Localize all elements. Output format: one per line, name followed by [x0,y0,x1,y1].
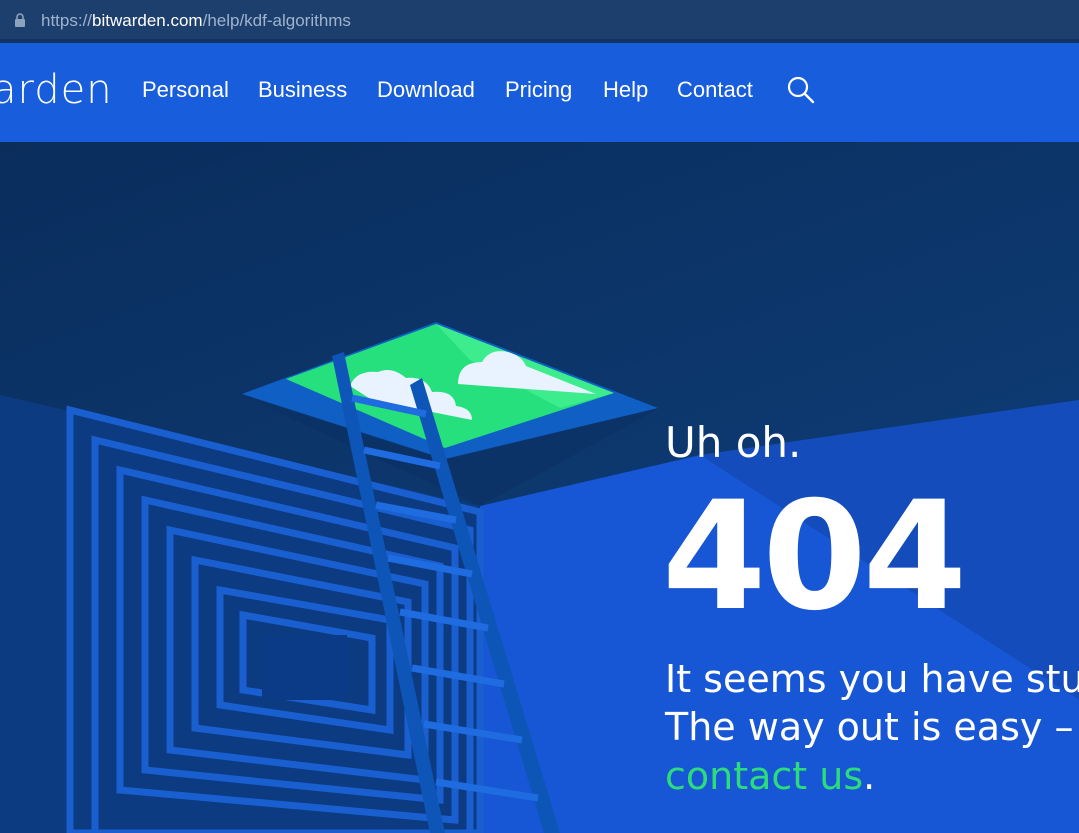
message-period: . [863,754,876,798]
error-heading: Uh oh. [665,418,802,467]
square-center [262,635,347,700]
nav-link-help[interactable]: Help [603,77,648,103]
nav-link-business[interactable]: Business [258,77,347,103]
nav-link-personal[interactable]: Personal [142,77,229,103]
contact-us-link[interactable]: contact us [665,754,863,798]
error-code: 404 [662,470,967,644]
search-icon[interactable] [786,75,816,105]
browser-address-bar: https://bitwarden.com/help/kdf-algorithm… [0,0,1079,41]
nav-link-contact[interactable]: Contact [677,77,753,103]
nav-link-download[interactable]: Download [377,77,475,103]
site-navbar: arden Personal Business Download Pricing… [0,43,1079,142]
error-message-line-3: contact us. [665,754,875,798]
lock-icon [15,13,25,27]
error-hero: Uh oh. 404 It seems you have stum The wa… [0,142,1079,833]
error-message-line-2: The way out is easy – r [665,705,1079,749]
bitwarden-logo[interactable]: arden [0,67,113,113]
error-message-line-1: It seems you have stum [665,657,1079,701]
url-field[interactable]: https://bitwarden.com/help/kdf-algorithm… [41,11,351,31]
url-prefix: https:// [41,11,93,30]
url-domain: bitwarden.com [92,11,203,30]
url-path: /help/kdf-algorithms [202,11,351,30]
nav-link-pricing[interactable]: Pricing [505,77,572,103]
